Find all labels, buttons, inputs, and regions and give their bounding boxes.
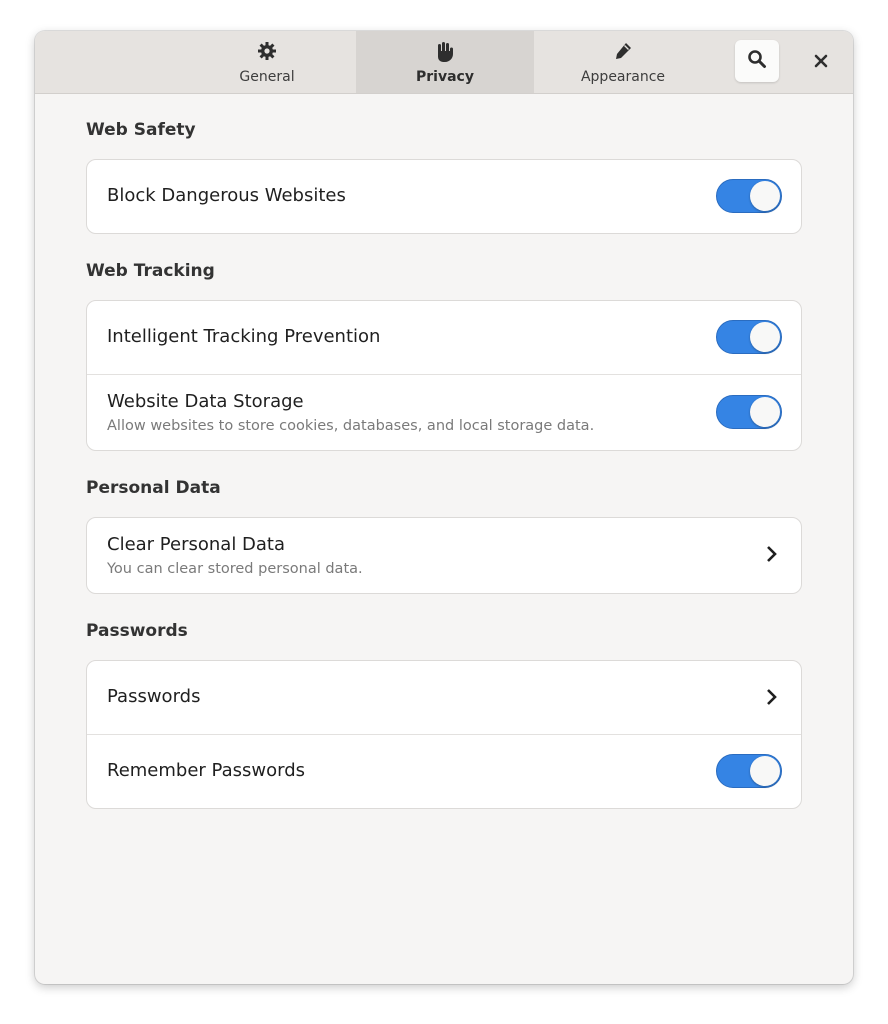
website-data-storage-switch[interactable]: [716, 395, 782, 429]
section-title-web-tracking: Web Tracking: [86, 261, 215, 281]
web-tracking-group: Intelligent Tracking Prevention Website …: [86, 300, 802, 451]
switch-knob: [750, 756, 780, 786]
search-button[interactable]: [735, 40, 779, 82]
search-icon: [747, 49, 767, 73]
row-title: Remember Passwords: [107, 760, 305, 781]
row-subtitle: Allow websites to store cookies, databas…: [107, 418, 595, 434]
chevron-right-icon: [767, 546, 777, 562]
row-website-data-storage[interactable]: Website Data Storage Allow websites to s…: [87, 374, 801, 450]
tab-general[interactable]: General: [178, 31, 356, 93]
section-title-personal-data: Personal Data: [86, 478, 221, 498]
section-title-web-safety: Web Safety: [86, 120, 196, 140]
tab-appearance[interactable]: Appearance: [534, 31, 712, 93]
row-title: Passwords: [107, 686, 201, 707]
gear-icon: [178, 41, 356, 61]
row-block-dangerous-websites[interactable]: Block Dangerous Websites: [87, 160, 801, 233]
web-safety-group: Block Dangerous Websites: [86, 159, 802, 234]
close-button[interactable]: [805, 47, 837, 77]
chevron-right-icon: [767, 689, 777, 705]
row-remember-passwords[interactable]: Remember Passwords: [87, 734, 801, 808]
intelligent-tracking-prevention-switch[interactable]: [716, 320, 782, 354]
row-title: Block Dangerous Websites: [107, 185, 346, 206]
tab-label: Privacy: [416, 69, 474, 85]
hand-icon: [356, 41, 534, 62]
switch-knob: [750, 322, 780, 352]
tab-label: General: [239, 69, 295, 85]
row-title: Intelligent Tracking Prevention: [107, 326, 381, 347]
section-title-passwords: Passwords: [86, 621, 188, 641]
switch-knob: [750, 181, 780, 211]
close-icon: [814, 53, 828, 72]
tab-privacy[interactable]: Privacy: [356, 31, 534, 93]
privacy-page: Web Safety Block Dangerous Websites Web …: [86, 93, 802, 809]
block-dangerous-websites-switch[interactable]: [716, 179, 782, 213]
preferences-window: General Privacy Appearance Web Safety Bl…: [35, 31, 853, 984]
row-title: Website Data Storage: [107, 391, 304, 412]
row-clear-personal-data[interactable]: Clear Personal Data You can clear stored…: [87, 518, 801, 593]
pencil-icon: [534, 41, 712, 61]
remember-passwords-switch[interactable]: [716, 754, 782, 788]
row-passwords[interactable]: Passwords: [87, 661, 801, 734]
row-subtitle: You can clear stored personal data.: [107, 561, 363, 577]
passwords-group: Passwords Remember Passwords: [86, 660, 802, 809]
switch-knob: [750, 397, 780, 427]
header-bar: General Privacy Appearance: [35, 31, 853, 94]
row-intelligent-tracking-prevention[interactable]: Intelligent Tracking Prevention: [87, 301, 801, 374]
tab-label: Appearance: [580, 69, 666, 85]
row-title: Clear Personal Data: [107, 534, 286, 555]
personal-data-group: Clear Personal Data You can clear stored…: [86, 517, 802, 594]
